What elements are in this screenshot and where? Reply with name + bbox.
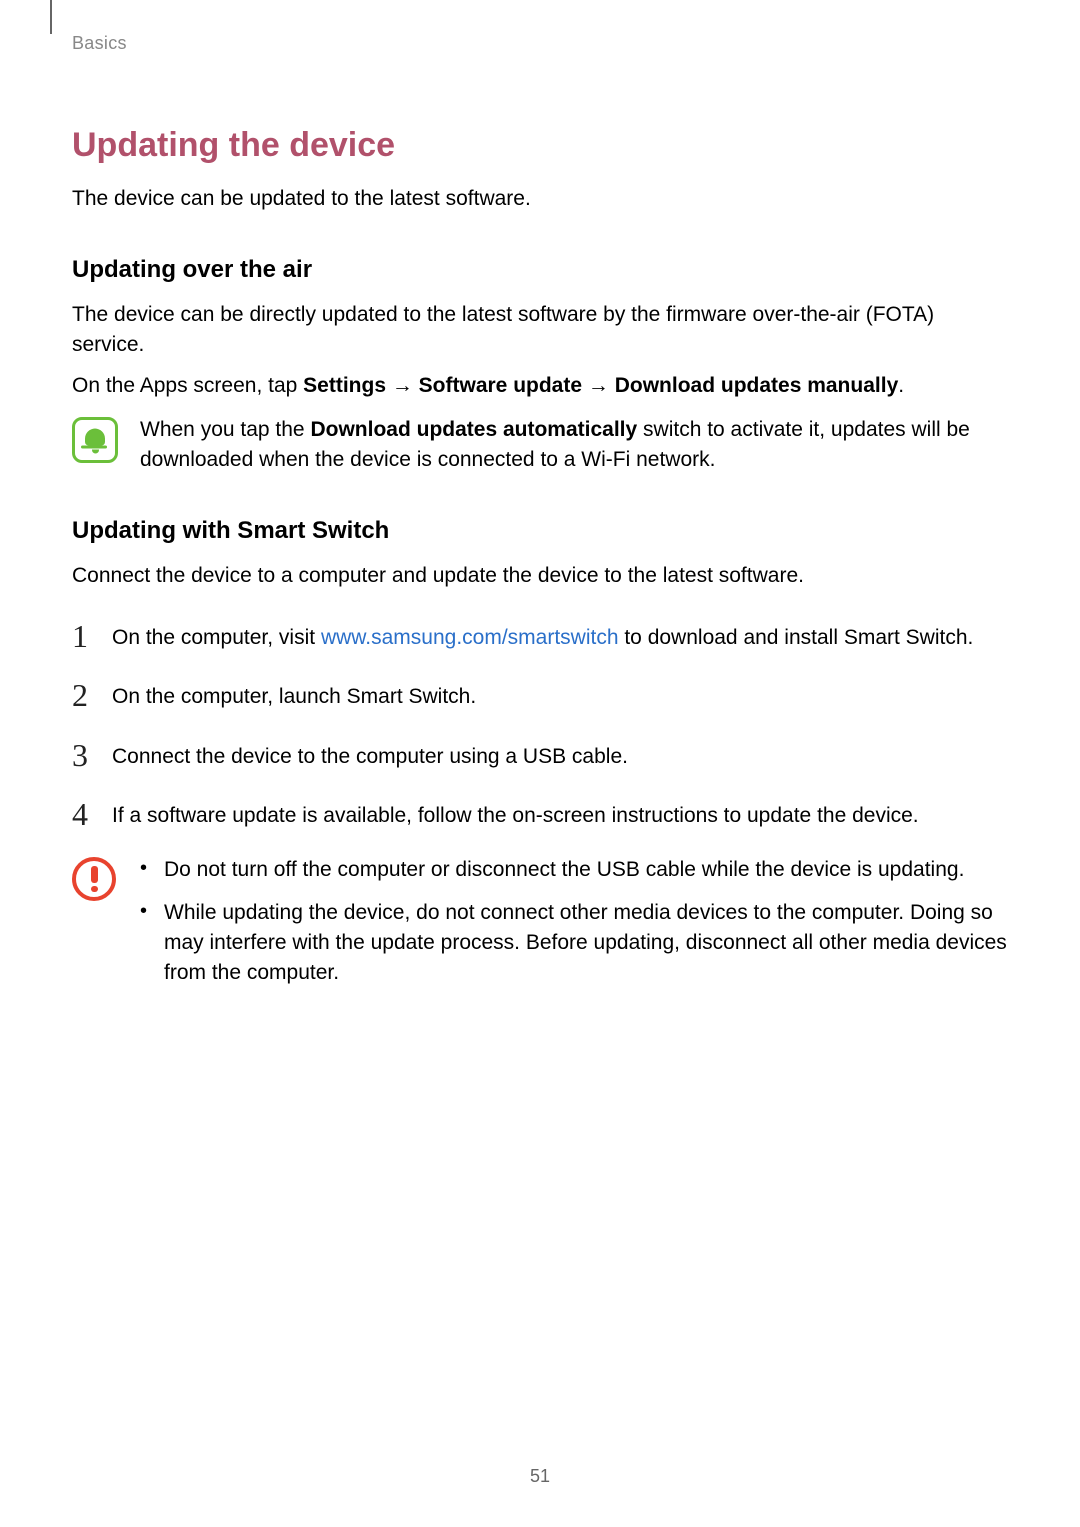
caution-item: • While updating the device, do not conn… <box>140 898 1008 987</box>
smartswitch-intro: Connect the device to a computer and upd… <box>72 561 1008 591</box>
step-body: On the computer, visit www.samsung.com/s… <box>112 623 1008 652</box>
step-3: 3 Connect the device to the computer usi… <box>72 736 1008 771</box>
step-body: If a software update is available, follo… <box>112 801 1008 830</box>
note-prefix: When you tap the <box>140 418 310 441</box>
note-icon-wrapper <box>72 415 120 463</box>
step-number: 3 <box>72 739 98 771</box>
step-2: 2 On the computer, launch Smart Switch. <box>72 676 1008 711</box>
page-title: Updating the device <box>72 121 1008 170</box>
breadcrumb: Basics <box>72 30 1008 56</box>
path-settings: Settings <box>303 374 386 397</box>
caution-text: While updating the device, do not connec… <box>164 898 1008 987</box>
caution-text: Do not turn off the computer or disconne… <box>164 855 1008 885</box>
arrow-icon: → <box>386 374 419 397</box>
ota-path-instruction: On the Apps screen, tap Settings → Softw… <box>72 371 1008 401</box>
caution-icon-wrapper <box>72 855 120 901</box>
section-heading-ota: Updating over the air <box>72 253 1008 288</box>
bullet-dot-icon: • <box>140 855 150 885</box>
note-text: When you tap the Download updates automa… <box>140 415 1008 476</box>
step1-post: to download and install Smart Switch. <box>619 626 974 649</box>
step-4: 4 If a software update is available, fol… <box>72 795 1008 830</box>
bullet-dot-icon: • <box>140 898 150 987</box>
step1-pre: On the computer, visit <box>112 626 321 649</box>
intro-text: The device can be updated to the latest … <box>72 184 1008 214</box>
step-number: 2 <box>72 679 98 711</box>
arrow-icon: → <box>582 374 615 397</box>
period: . <box>898 374 904 397</box>
note-block-ota: When you tap the Download updates automa… <box>72 415 1008 476</box>
smartswitch-link[interactable]: www.samsung.com/smartswitch <box>321 626 619 649</box>
ota-description: The device can be directly updated to th… <box>72 300 1008 361</box>
step-body: On the computer, launch Smart Switch. <box>112 682 1008 711</box>
path-software-update: Software update <box>419 374 582 397</box>
caution-block: • Do not turn off the computer or discon… <box>72 855 1008 1002</box>
page-number: 51 <box>0 1463 1080 1489</box>
path-prefix: On the Apps screen, tap <box>72 374 303 397</box>
path-download-manually: Download updates manually <box>615 374 899 397</box>
caution-list: • Do not turn off the computer or discon… <box>140 855 1008 1002</box>
caution-icon <box>72 857 116 901</box>
step-1: 1 On the computer, visit www.samsung.com… <box>72 617 1008 652</box>
bell-icon <box>72 417 118 463</box>
section-heading-smartswitch: Updating with Smart Switch <box>72 514 1008 549</box>
step-number: 4 <box>72 798 98 830</box>
step-body: Connect the device to the computer using… <box>112 742 1008 771</box>
caution-item: • Do not turn off the computer or discon… <box>140 855 1008 885</box>
step-number: 1 <box>72 620 98 652</box>
note-bold: Download updates automatically <box>310 418 637 441</box>
header-tick-mark <box>50 0 52 34</box>
